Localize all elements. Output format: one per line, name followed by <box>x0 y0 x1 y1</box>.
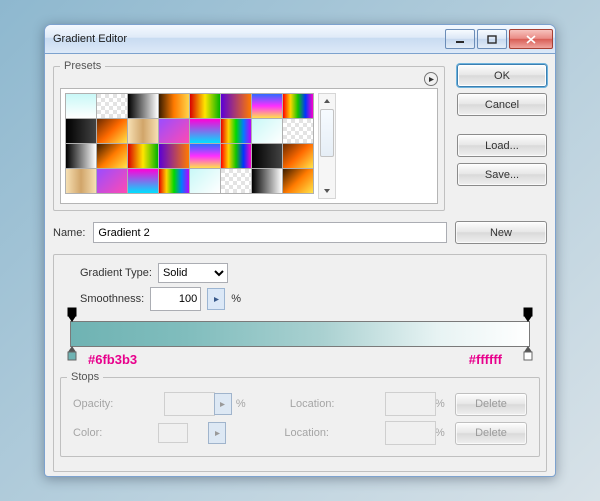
gradient-type-label: Gradient Type: <box>80 267 152 279</box>
save-button[interactable]: Save... <box>457 163 547 186</box>
preset-swatch[interactable] <box>158 93 190 119</box>
name-row: Name: New <box>53 221 547 244</box>
gradient-track[interactable]: #6fb3b3 #ffffff <box>70 321 530 347</box>
preset-swatch[interactable] <box>282 143 314 169</box>
color-picker-icon[interactable] <box>208 422 226 444</box>
presets-panel: Presets <box>53 60 445 211</box>
preset-swatch[interactable] <box>282 168 314 194</box>
color-swatch[interactable] <box>158 423 188 443</box>
color-stop-right[interactable] <box>522 345 534 361</box>
preset-swatch[interactable] <box>220 143 252 169</box>
delete-opacity-stop-button[interactable]: Delete <box>455 393 527 416</box>
smoothness-unit: % <box>231 293 241 305</box>
location-label-2: Location: <box>284 427 379 439</box>
preset-swatch[interactable] <box>65 168 97 194</box>
preset-swatch[interactable] <box>96 143 128 169</box>
window-title: Gradient Editor <box>53 33 127 45</box>
preset-swatch[interactable] <box>127 143 159 169</box>
preset-swatch[interactable] <box>158 168 190 194</box>
stops-legend: Stops <box>67 371 103 383</box>
gradient-type-select[interactable]: SolidNoise <box>158 263 228 283</box>
name-input[interactable] <box>93 222 447 243</box>
preset-swatch[interactable] <box>220 93 252 119</box>
opacity-stop-left[interactable] <box>66 307 78 323</box>
gradient-editor-window: Gradient Editor Presets OK <box>44 24 556 477</box>
cancel-button[interactable]: Cancel <box>457 93 547 116</box>
location-input-2[interactable] <box>385 421 436 445</box>
preset-swatch[interactable] <box>251 143 283 169</box>
presets-flyout-icon[interactable] <box>424 72 438 86</box>
right-hex-label: #ffffff <box>469 352 502 367</box>
preset-swatch[interactable] <box>65 93 97 119</box>
preset-swatch[interactable] <box>282 118 314 144</box>
presets-legend: Presets <box>60 60 105 72</box>
opacity-unit: % <box>236 398 250 410</box>
gradient-bar[interactable] <box>70 321 530 347</box>
presets-scrollbar[interactable] <box>318 93 336 199</box>
preset-swatch[interactable] <box>65 118 97 144</box>
preset-swatch[interactable] <box>220 168 252 194</box>
opacity-input[interactable] <box>164 392 215 416</box>
color-label: Color: <box>73 427 152 439</box>
scroll-down-icon[interactable] <box>319 184 335 198</box>
close-button[interactable] <box>509 29 553 49</box>
stops-panel: Stops Opacity: % Location: % Delete Colo… <box>60 371 540 457</box>
preset-swatch[interactable] <box>189 93 221 119</box>
maximize-button[interactable] <box>477 29 507 49</box>
preset-swatch[interactable] <box>251 168 283 194</box>
smoothness-input[interactable] <box>150 287 201 311</box>
preset-swatch[interactable] <box>189 118 221 144</box>
preset-swatch[interactable] <box>96 118 128 144</box>
preset-swatch[interactable] <box>251 118 283 144</box>
smoothness-slider-icon[interactable] <box>207 288 225 310</box>
preset-swatch[interactable] <box>65 143 97 169</box>
opacity-label: Opacity: <box>73 398 158 410</box>
opacity-stop-right[interactable] <box>522 307 534 323</box>
scroll-up-icon[interactable] <box>319 94 335 108</box>
preset-swatch[interactable] <box>189 168 221 194</box>
smoothness-label: Smoothness: <box>80 293 144 305</box>
preset-swatch[interactable] <box>251 93 283 119</box>
location-label-1: Location: <box>290 398 379 410</box>
load-button[interactable]: Load... <box>457 134 547 157</box>
new-button[interactable]: New <box>455 221 547 244</box>
delete-color-stop-button[interactable]: Delete <box>455 422 527 445</box>
preset-swatch[interactable] <box>127 93 159 119</box>
name-label: Name: <box>53 227 85 239</box>
titlebar[interactable]: Gradient Editor <box>45 25 555 54</box>
presets-grid <box>60 88 438 204</box>
preset-swatch[interactable] <box>127 168 159 194</box>
scroll-thumb[interactable] <box>320 109 334 157</box>
left-hex-label: #6fb3b3 <box>88 352 137 367</box>
preset-swatch[interactable] <box>158 118 190 144</box>
ok-button[interactable]: OK <box>457 64 547 87</box>
location-input-1[interactable] <box>385 392 436 416</box>
preset-swatch[interactable] <box>127 118 159 144</box>
preset-swatch[interactable] <box>189 143 221 169</box>
minimize-button[interactable] <box>445 29 475 49</box>
preset-swatch[interactable] <box>96 168 128 194</box>
gradient-config-panel: Gradient Type: SolidNoise Smoothness: % … <box>53 254 547 472</box>
preset-swatch[interactable] <box>282 93 314 119</box>
preset-swatch[interactable] <box>158 143 190 169</box>
preset-swatch[interactable] <box>220 118 252 144</box>
opacity-slider-icon[interactable] <box>214 393 232 415</box>
color-stop-left[interactable] <box>66 345 78 361</box>
location-unit-2: % <box>435 427 449 439</box>
preset-swatch[interactable] <box>96 93 128 119</box>
location-unit-1: % <box>435 398 449 410</box>
